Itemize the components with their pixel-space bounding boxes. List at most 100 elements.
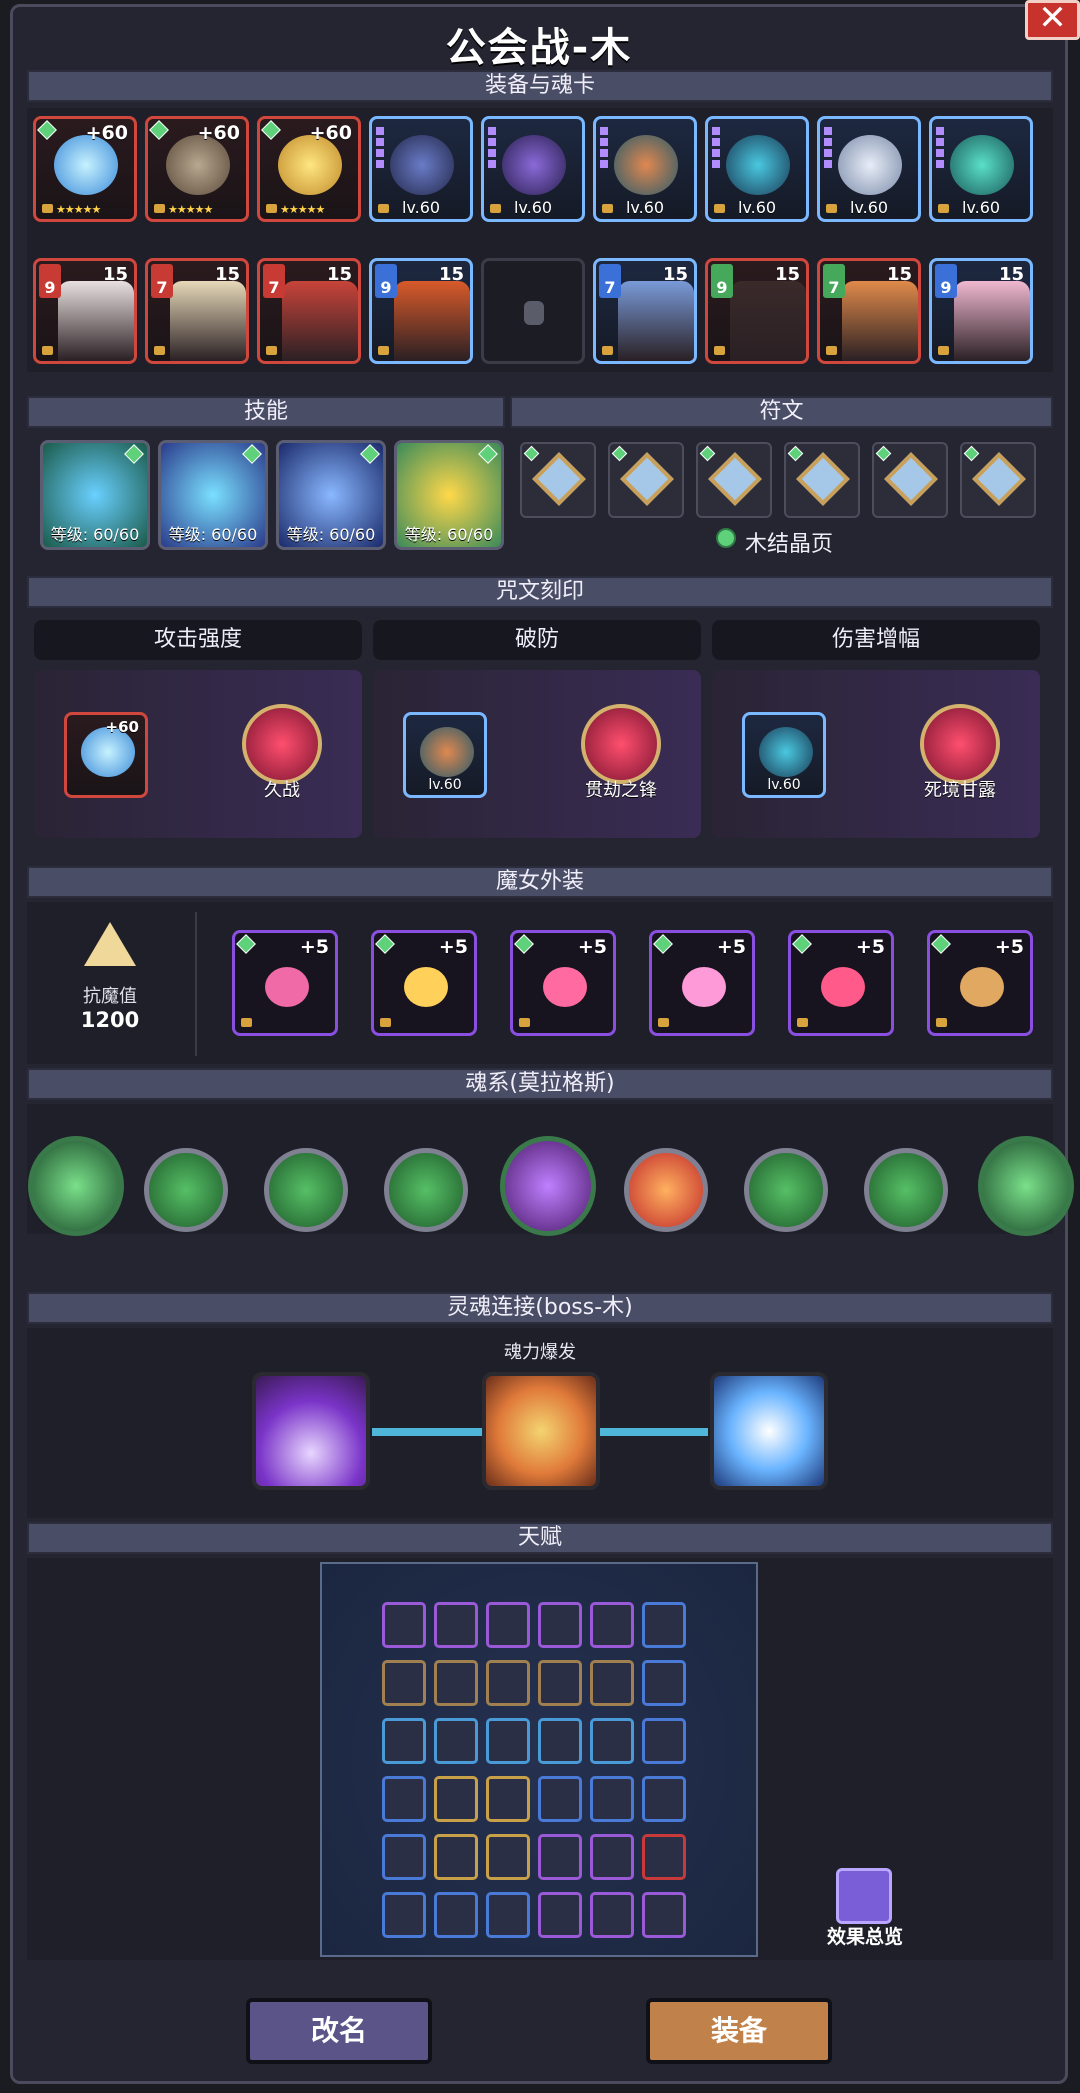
outfit-item-slot[interactable]: +5 bbox=[371, 930, 477, 1036]
equipment-art bbox=[502, 135, 566, 195]
talent-node[interactable] bbox=[538, 1602, 582, 1648]
inscription-title: 伤害增幅 bbox=[712, 620, 1040, 660]
inscription-item-slot[interactable]: lv.60 bbox=[403, 712, 487, 798]
talent-node[interactable] bbox=[434, 1660, 478, 1706]
rune-slot[interactable] bbox=[520, 442, 596, 518]
soul-orb[interactable] bbox=[144, 1148, 228, 1232]
talent-node[interactable] bbox=[590, 1834, 634, 1880]
talent-node[interactable] bbox=[590, 1892, 634, 1938]
lock-icon bbox=[826, 204, 837, 213]
inscription-item-slot[interactable]: +60 bbox=[64, 712, 148, 798]
lock-icon bbox=[378, 346, 389, 355]
section-talent-header: 天赋 bbox=[27, 1522, 1053, 1554]
soul-card[interactable]: 7 15 bbox=[817, 258, 921, 364]
talent-node[interactable] bbox=[382, 1892, 426, 1938]
equipment-slot[interactable]: +60 ★★★★★ bbox=[145, 116, 249, 222]
soul-link-node-right[interactable] bbox=[710, 1372, 828, 1490]
rune-slot[interactable] bbox=[960, 442, 1036, 518]
skill-slot[interactable]: 等级: 60/60 bbox=[394, 440, 504, 550]
talent-node[interactable] bbox=[590, 1660, 634, 1706]
talent-node[interactable] bbox=[434, 1602, 478, 1648]
star-rating-icon: ★★★★★ bbox=[56, 203, 101, 216]
talent-node[interactable] bbox=[486, 1718, 530, 1764]
inscription-crystal-icon bbox=[920, 704, 1000, 784]
rune-slot[interactable] bbox=[608, 442, 684, 518]
talent-node[interactable] bbox=[538, 1660, 582, 1706]
talent-node[interactable] bbox=[434, 1776, 478, 1822]
outfit-item-slot[interactable]: +5 bbox=[232, 930, 338, 1036]
equip-button[interactable]: 装备 bbox=[646, 1998, 832, 2064]
talent-node[interactable] bbox=[538, 1718, 582, 1764]
talent-node[interactable] bbox=[642, 1718, 686, 1764]
soul-card[interactable]: 9 15 bbox=[369, 258, 473, 364]
soul-card[interactable]: 9 15 bbox=[929, 258, 1033, 364]
talent-node[interactable] bbox=[590, 1602, 634, 1648]
talent-node[interactable] bbox=[382, 1718, 426, 1764]
effect-overview-label[interactable]: 效果总览 bbox=[810, 1922, 920, 1949]
talent-node[interactable] bbox=[382, 1834, 426, 1880]
soul-link-node-left[interactable] bbox=[252, 1372, 370, 1490]
soul-card[interactable]: 7 15 bbox=[145, 258, 249, 364]
soul-orb[interactable] bbox=[384, 1148, 468, 1232]
equipment-slot[interactable]: +60 ★★★★★ bbox=[33, 116, 137, 222]
soul-card[interactable]: 9 15 bbox=[33, 258, 137, 364]
talent-node[interactable] bbox=[382, 1776, 426, 1822]
talent-node[interactable] bbox=[642, 1892, 686, 1938]
talent-node[interactable] bbox=[486, 1834, 530, 1880]
talent-node[interactable] bbox=[434, 1834, 478, 1880]
equipment-slot[interactable]: lv.60 bbox=[593, 116, 697, 222]
outfit-item-plus: +5 bbox=[855, 936, 885, 958]
talent-node[interactable] bbox=[642, 1602, 686, 1648]
soul-orb[interactable] bbox=[28, 1136, 124, 1236]
equipment-slot[interactable]: lv.60 bbox=[369, 116, 473, 222]
talent-node[interactable] bbox=[538, 1834, 582, 1880]
soul-card-rank-badge: 7 bbox=[151, 264, 173, 298]
talent-node[interactable] bbox=[382, 1602, 426, 1648]
outfit-item-slot[interactable]: +5 bbox=[788, 930, 894, 1036]
talent-node[interactable] bbox=[382, 1660, 426, 1706]
soul-orb[interactable] bbox=[624, 1148, 708, 1232]
skill-slot[interactable]: 等级: 60/60 bbox=[276, 440, 386, 550]
talent-node[interactable] bbox=[434, 1718, 478, 1764]
talent-node[interactable] bbox=[486, 1660, 530, 1706]
talent-node[interactable] bbox=[642, 1660, 686, 1706]
soul-orb[interactable] bbox=[978, 1136, 1074, 1236]
rune-slot[interactable] bbox=[872, 442, 948, 518]
soul-orb[interactable] bbox=[744, 1148, 828, 1232]
talent-node[interactable] bbox=[434, 1892, 478, 1938]
effect-overview-icon[interactable] bbox=[836, 1868, 892, 1924]
talent-node[interactable] bbox=[590, 1718, 634, 1764]
talent-node[interactable] bbox=[538, 1892, 582, 1938]
rune-slot[interactable] bbox=[784, 442, 860, 518]
soul-card-empty-slot[interactable] bbox=[481, 258, 585, 364]
outfit-item-slot[interactable]: +5 bbox=[510, 930, 616, 1036]
equipment-slot[interactable]: lv.60 bbox=[817, 116, 921, 222]
equipment-slot[interactable]: lv.60 bbox=[705, 116, 809, 222]
soul-orb[interactable] bbox=[864, 1148, 948, 1232]
skill-slot[interactable]: 等级: 60/60 bbox=[158, 440, 268, 550]
talent-node[interactable] bbox=[642, 1834, 686, 1880]
soul-orb[interactable] bbox=[264, 1148, 348, 1232]
talent-node[interactable] bbox=[486, 1892, 530, 1938]
skill-slot[interactable]: 等级: 60/60 bbox=[40, 440, 150, 550]
equipment-slot[interactable]: lv.60 bbox=[481, 116, 585, 222]
outfit-item-art bbox=[404, 967, 448, 1007]
close-button[interactable]: ✕ bbox=[1025, 0, 1080, 40]
soul-orb[interactable] bbox=[500, 1136, 596, 1236]
equipment-slot[interactable]: lv.60 bbox=[929, 116, 1033, 222]
soul-card[interactable]: 9 15 bbox=[705, 258, 809, 364]
rename-button[interactable]: 改名 bbox=[246, 1998, 432, 2064]
talent-node[interactable] bbox=[642, 1776, 686, 1822]
soul-link-node-center[interactable] bbox=[482, 1372, 600, 1490]
talent-node[interactable] bbox=[486, 1776, 530, 1822]
outfit-item-slot[interactable]: +5 bbox=[927, 930, 1033, 1036]
soul-card[interactable]: 7 15 bbox=[257, 258, 361, 364]
talent-node[interactable] bbox=[590, 1776, 634, 1822]
talent-node[interactable] bbox=[486, 1602, 530, 1648]
rune-slot[interactable] bbox=[696, 442, 772, 518]
soul-card[interactable]: 7 15 bbox=[593, 258, 697, 364]
outfit-item-slot[interactable]: +5 bbox=[649, 930, 755, 1036]
equipment-slot[interactable]: +60 ★★★★★ bbox=[257, 116, 361, 222]
talent-node[interactable] bbox=[538, 1776, 582, 1822]
inscription-item-slot[interactable]: lv.60 bbox=[742, 712, 826, 798]
